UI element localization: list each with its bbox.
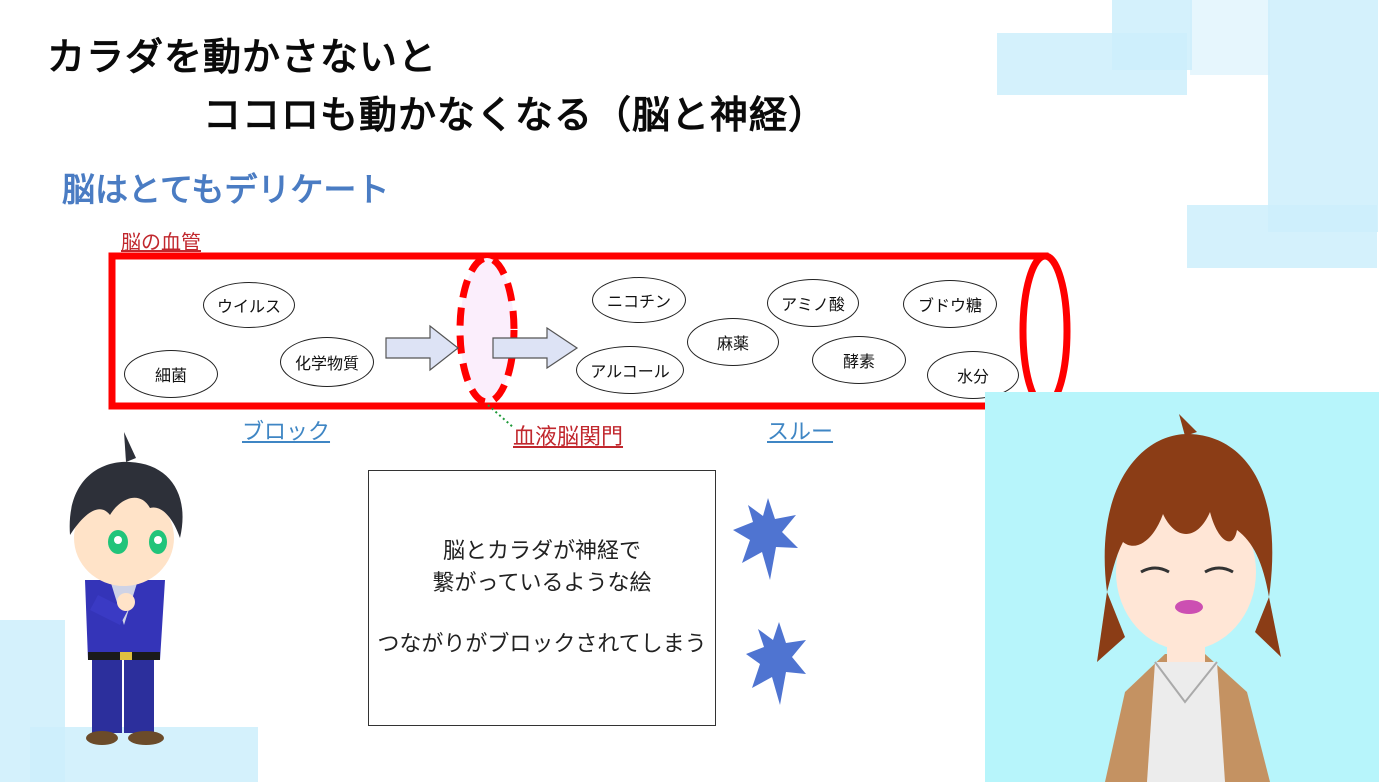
through-item: アミノ酸	[767, 279, 859, 327]
through-item: ニコチン	[592, 277, 686, 323]
through-item: 麻薬	[687, 318, 779, 366]
blocked-item: 化学物質	[280, 337, 374, 387]
bbb-label: 血液脳関門	[513, 425, 624, 450]
spark-icon	[746, 622, 806, 705]
placeholder-text-line: 脳とカラダが神経で	[442, 539, 641, 564]
vessel-end-opening	[1019, 252, 1071, 410]
placeholder-text-line: 繋がっているような絵	[432, 571, 652, 596]
boy-character-illustration	[69, 432, 183, 745]
vtuber-avatar-panel	[985, 392, 1379, 782]
blocked-item: ウイルス	[203, 282, 295, 328]
blood-brain-barrier	[456, 254, 518, 406]
through-label: スルー	[767, 420, 834, 445]
girl-avatar-illustration	[1097, 414, 1281, 782]
illustration-placeholder-box: 脳とカラダが神経で 繋がっているような絵 つながりがブロックされてしまう	[368, 470, 716, 726]
through-item: 酵素	[812, 336, 906, 384]
placeholder-text-line: つながりがブロックされてしまう	[377, 632, 707, 657]
arrow-icon	[385, 324, 459, 372]
through-item: アルコール	[576, 346, 684, 394]
blocked-item: 細菌	[124, 350, 218, 398]
vessel-tube	[108, 252, 1049, 410]
block-label: ブロック	[242, 420, 331, 445]
spark-icon	[733, 498, 798, 580]
through-item: ブドウ糖	[903, 280, 997, 328]
